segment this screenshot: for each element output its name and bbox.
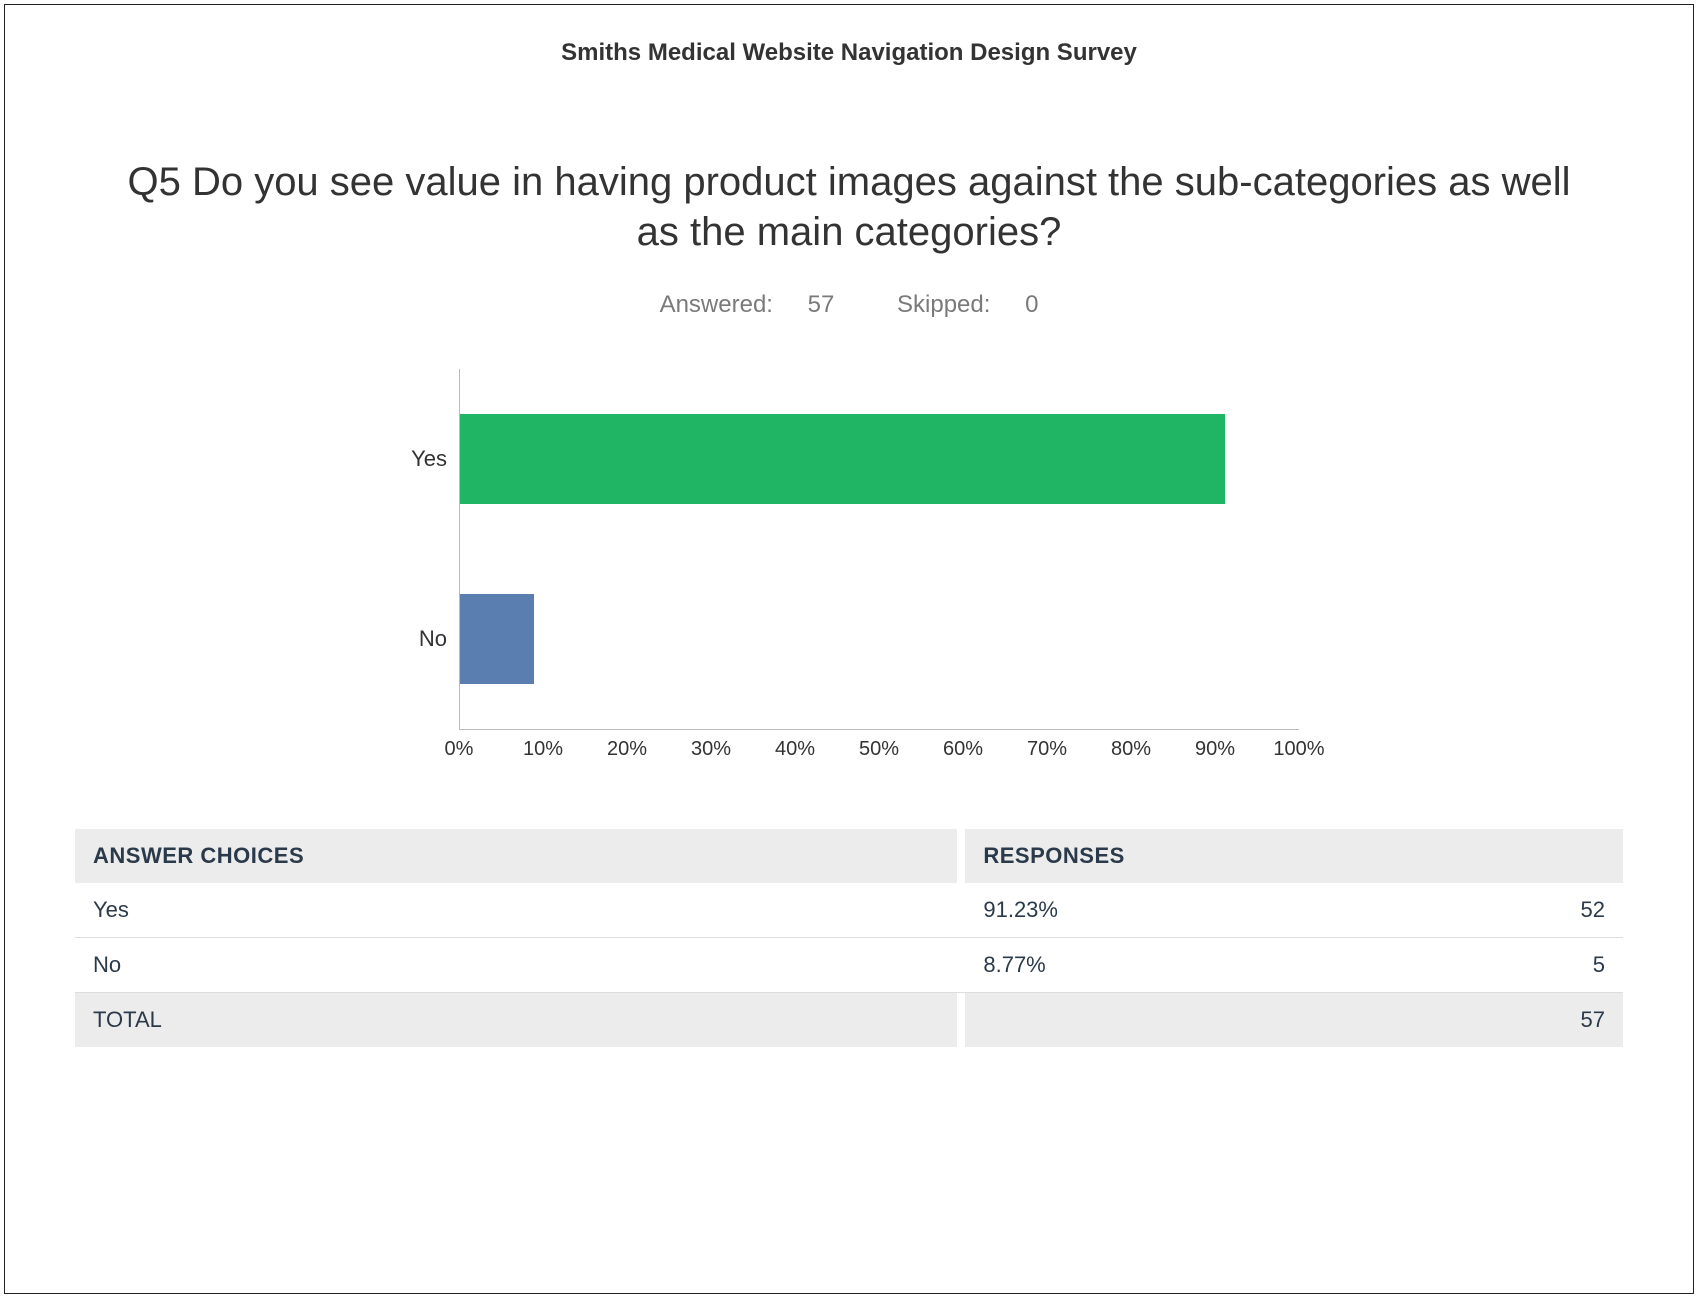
chart-tick-label: 30% bbox=[691, 738, 731, 761]
total-count: 57 bbox=[1581, 1007, 1605, 1033]
chart-tick-label: 70% bbox=[1027, 738, 1067, 761]
chart-row: No bbox=[399, 549, 1299, 729]
chart-tick-label: 10% bbox=[523, 738, 563, 761]
response-count: 5 bbox=[1593, 952, 1605, 978]
chart-category-label: Yes bbox=[399, 446, 459, 472]
header-responses-text: RESPONSES bbox=[983, 843, 1124, 869]
table-body: Yes 91.23% 52 No 8.77% 5 bbox=[75, 883, 1623, 993]
response-meta: Answered: 57 Skipped: 0 bbox=[75, 291, 1623, 319]
answer-choice-label: Yes bbox=[75, 883, 957, 937]
table-header-row: ANSWER CHOICES RESPONSES bbox=[75, 829, 1623, 883]
chart-row: Yes bbox=[399, 369, 1299, 549]
chart-tick-label: 60% bbox=[943, 738, 983, 761]
chart-tick-label: 100% bbox=[1273, 738, 1324, 761]
table-total-row: TOTAL 57 bbox=[75, 993, 1623, 1047]
skipped-label-text: Skipped: bbox=[897, 291, 990, 318]
results-table: ANSWER CHOICES RESPONSES Yes91.23%52No8.… bbox=[75, 829, 1623, 1047]
chart-bar bbox=[460, 594, 534, 684]
chart-tick-label: 0% bbox=[445, 738, 474, 761]
chart-axis-line: 0%10%20%30%40%50%60%70%80%90%100% bbox=[459, 729, 1299, 769]
chart-category-label: No bbox=[399, 626, 459, 652]
answered-count: 57 bbox=[808, 291, 835, 318]
answer-response-cell: 91.23% 52 bbox=[965, 883, 1623, 937]
response-percent: 8.77% bbox=[983, 952, 1045, 978]
chart-bar bbox=[460, 414, 1225, 504]
skipped-label: Skipped: 0 bbox=[883, 291, 1052, 318]
total-responses: 57 bbox=[965, 993, 1623, 1047]
response-percent: 91.23% bbox=[983, 897, 1058, 923]
answer-response-cell: 8.77% 5 bbox=[965, 938, 1623, 992]
skipped-count: 0 bbox=[1025, 291, 1038, 318]
survey-title: Smiths Medical Website Navigation Design… bbox=[75, 39, 1623, 67]
chart-x-axis: 0%10%20%30%40%50%60%70%80%90%100% bbox=[399, 729, 1299, 769]
response-count: 52 bbox=[1581, 897, 1605, 923]
answered-label: Answered: 57 bbox=[646, 291, 855, 318]
chart-tick-label: 20% bbox=[607, 738, 647, 761]
header-responses: RESPONSES bbox=[965, 829, 1623, 883]
survey-page: Smiths Medical Website Navigation Design… bbox=[4, 4, 1694, 1294]
header-answer-choices: ANSWER CHOICES bbox=[75, 829, 957, 883]
bar-chart: YesNo0%10%20%30%40%50%60%70%80%90%100% bbox=[399, 369, 1299, 769]
question-text: Q5 Do you see value in having product im… bbox=[75, 157, 1623, 257]
chart-tick-label: 80% bbox=[1111, 738, 1151, 761]
total-label: TOTAL bbox=[75, 993, 957, 1047]
chart-tick-label: 50% bbox=[859, 738, 899, 761]
chart-tick-label: 40% bbox=[775, 738, 815, 761]
chart-plot-area bbox=[459, 369, 1299, 549]
table-row: Yes 91.23% 52 bbox=[75, 883, 1623, 938]
table-row: No 8.77% 5 bbox=[75, 938, 1623, 993]
chart-tick-label: 90% bbox=[1195, 738, 1235, 761]
answered-label-text: Answered: bbox=[660, 291, 773, 318]
chart-plot-area bbox=[459, 549, 1299, 729]
answer-choice-label: No bbox=[75, 938, 957, 992]
